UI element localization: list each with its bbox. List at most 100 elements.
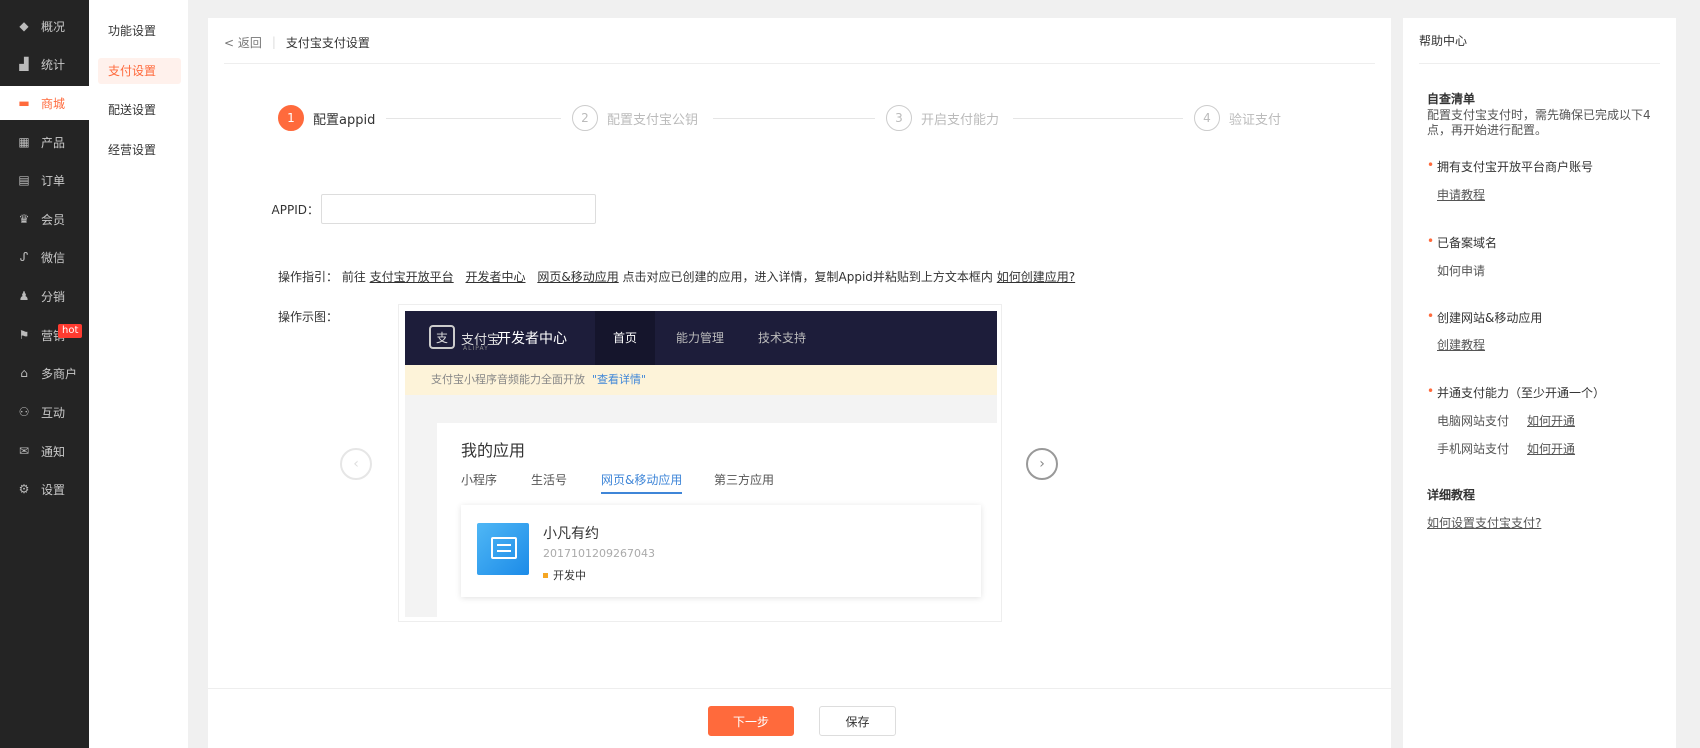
page-title: 支付宝支付设置	[285, 35, 370, 50]
step-number: 3	[886, 105, 912, 131]
appid-input[interactable]	[321, 194, 596, 224]
store-icon: ▬	[18, 96, 30, 110]
step-1: 1 配置appid	[278, 104, 375, 132]
demo-app-card: 小凡有约 2017101209267043 开发中	[461, 505, 981, 597]
demo-nav-capability: 能力管理	[675, 331, 724, 345]
alipay-logo-sub: ALIPAY	[463, 345, 489, 352]
checklist-item-domain: 已备案域名	[1427, 234, 1497, 251]
demo-app-name: 小凡有约	[543, 526, 599, 542]
sidebar-item-products[interactable]: ▦ 产品	[0, 125, 89, 159]
checklist-item-create-app: 创建网站&移动应用	[1427, 309, 1542, 326]
checklist-item-pay-capability: 并通支付能力（至少开通一个）	[1427, 384, 1605, 401]
crown-icon: ♛	[18, 212, 30, 226]
demo-my-apps-title: 我的应用	[461, 441, 526, 460]
apply-tutorial-link[interactable]: 申请教程	[1437, 186, 1485, 203]
layers-icon: ◆	[19, 19, 29, 33]
step-4: 4 验证支付	[1194, 104, 1281, 132]
next-step-button[interactable]: 下一步	[708, 706, 794, 736]
sidebar-item-distribution[interactable]: ♟ 分销	[0, 279, 89, 313]
sidebar-item-stats[interactable]: ▟ 统计	[0, 47, 89, 81]
pc-pay-label: 电脑网站支付	[1437, 414, 1510, 428]
step-number: 1	[278, 105, 304, 131]
guide-prefix: 操作指引： 前往	[278, 270, 366, 284]
step-number: 2	[572, 105, 598, 131]
sidebar-item-interaction[interactable]: ⚇ 互动	[0, 395, 89, 429]
how-to-apply-text: 如何申请	[1437, 264, 1486, 278]
prev-arrow-icon[interactable]: ‹	[340, 448, 372, 480]
demo-screenshot: 支 支付宝 ALIPAY 开发者中心 首页 能力管理 技术支持 支付宝小程序音频…	[398, 304, 1002, 622]
main-panel: < 返回 | 支付宝支付设置 1 配置appid 2 配置支付宝公钥 3 开启支…	[208, 18, 1391, 748]
sidebar-item-store[interactable]: ▬ 商城	[0, 86, 89, 120]
subnav-delivery-settings[interactable]: 配送设置	[98, 97, 181, 123]
demo-topbar: 支 支付宝 ALIPAY 开发者中心 首页 能力管理 技术支持	[405, 311, 997, 365]
sidebar-item-multi-merchant[interactable]: ⌂ 多商户	[0, 356, 89, 390]
subnav-business-settings[interactable]: 经营设置	[98, 137, 181, 163]
checklist-desc: 配置支付宝支付时，需先确保已完成以下4点，再开始进行配置。	[1427, 108, 1651, 137]
step-label: 开启支付能力	[921, 112, 1000, 128]
alipay-setup-tutorial-link[interactable]: 如何设置支付宝支付?	[1427, 514, 1541, 531]
checklist-title: 自查清单	[1427, 92, 1476, 106]
divider	[224, 63, 1375, 64]
alipay-logo-icon: 支	[429, 325, 455, 349]
pc-pay-how-link[interactable]: 如何开通	[1527, 412, 1575, 429]
alipay-open-platform-link[interactable]: 支付宝开放平台	[370, 270, 454, 284]
sidebar-item-wechat[interactable]: ᔑ 微信	[0, 240, 89, 274]
mobile-pay-how-link[interactable]: 如何开通	[1527, 440, 1575, 457]
grid-icon: ▦	[18, 135, 30, 149]
developer-center-link[interactable]: 开发者中心	[466, 270, 526, 284]
appid-label: APPID：	[271, 202, 319, 217]
web-mobile-app-link[interactable]: 网页&移动应用	[537, 270, 618, 284]
demo-tab-miniapp: 小程序	[461, 473, 498, 487]
demo-apps-card: 我的应用 小程序 生活号 网页&移动应用 第三方应用 小凡有约 20171012…	[437, 423, 997, 617]
main-sidebar: ◆ 概况 ▟ 统计 ▬ 商城 ▦ 产品 ▤ 订单 ♛ 会员 ᔑ 微信 ♟ 分销 ⚑ 营销 ⌂ 多商户…	[0, 0, 89, 748]
subnav-payment-settings[interactable]: 支付设置	[98, 58, 181, 84]
chart-icon: ▟	[19, 57, 29, 71]
operation-guide: 操作指引： 前往 支付宝开放平台 开发者中心 网页&移动应用 点击对应已创建的应…	[278, 268, 1075, 285]
sidebar-item-orders[interactable]: ▤ 订单	[0, 163, 89, 197]
demo-nav-support: 技术支持	[757, 331, 806, 345]
wechat-icon: ᔑ	[19, 250, 29, 264]
shop-icon: ⌂	[20, 366, 28, 380]
demo-notice-link: "查看详情"	[592, 373, 647, 386]
subnav-function-settings[interactable]: 功能设置	[98, 18, 181, 44]
step-connector	[713, 118, 875, 119]
gear-icon: ⚙	[18, 482, 30, 496]
sidebar-item-overview[interactable]: ◆ 概况	[0, 9, 89, 43]
guide-text: 点击对应已创建的应用，进入详情，复制Appid并粘贴到上方文本框内	[622, 270, 993, 284]
help-title: 帮助中心	[1419, 34, 1468, 48]
sidebar-item-members[interactable]: ♛ 会员	[0, 202, 89, 236]
demo-dev-center: 开发者中心	[497, 331, 567, 347]
tutorial-title: 详细教程	[1427, 488, 1476, 502]
help-panel: 帮助中心 自查清单 配置支付宝支付时，需先确保已完成以下4点，再开始进行配置。 …	[1403, 18, 1676, 748]
next-arrow-icon[interactable]: ›	[1026, 448, 1058, 480]
order-icon: ▤	[18, 173, 30, 187]
breadcrumb: < 返回 | 支付宝支付设置	[224, 32, 370, 52]
create-tutorial-link[interactable]: 创建教程	[1437, 336, 1485, 353]
user-share-icon: ♟	[18, 289, 30, 303]
demo-tab-lifeaccount: 生活号	[531, 473, 568, 487]
sub-sidebar: 功能设置 支付设置 配送设置 经营设置	[89, 0, 188, 748]
demo-app-status: 开发中	[543, 567, 586, 583]
step-connector	[1013, 118, 1183, 119]
demo-tab-thirdparty: 第三方应用	[714, 473, 775, 487]
sidebar-item-notifications[interactable]: ✉ 通知	[0, 434, 89, 468]
save-button[interactable]: 保存	[819, 706, 896, 736]
breadcrumb-separator: |	[271, 35, 276, 49]
sidebar-item-settings[interactable]: ⚙ 设置	[0, 472, 89, 506]
step-2: 2 配置支付宝公钥	[572, 104, 698, 132]
footer-divider	[208, 688, 1391, 689]
how-to-create-app-link[interactable]: 如何创建应用?	[997, 270, 1075, 284]
demo-tab-web-mobile: 网页&移动应用	[601, 471, 683, 494]
demo-notice: 支付宝小程序音频能力全面开放 "查看详情"	[405, 365, 997, 395]
mobile-pay-label: 手机网站支付	[1437, 442, 1510, 456]
stepper: 1 配置appid 2 配置支付宝公钥 3 开启支付能力 4 验证支付	[278, 104, 1338, 134]
step-label: 配置appid	[313, 112, 376, 128]
checklist-item-merchant: 拥有支付宝开放平台商户账号	[1427, 158, 1593, 175]
users-icon: ⚇	[18, 405, 30, 419]
appid-row: APPID：	[268, 194, 596, 224]
demo-app-id: 2017101209267043	[543, 547, 655, 560]
demo-label: 操作示图：	[278, 310, 339, 324]
step-connector	[386, 118, 561, 119]
hot-badge: hot	[58, 324, 83, 338]
back-link[interactable]: < 返回	[224, 34, 262, 51]
